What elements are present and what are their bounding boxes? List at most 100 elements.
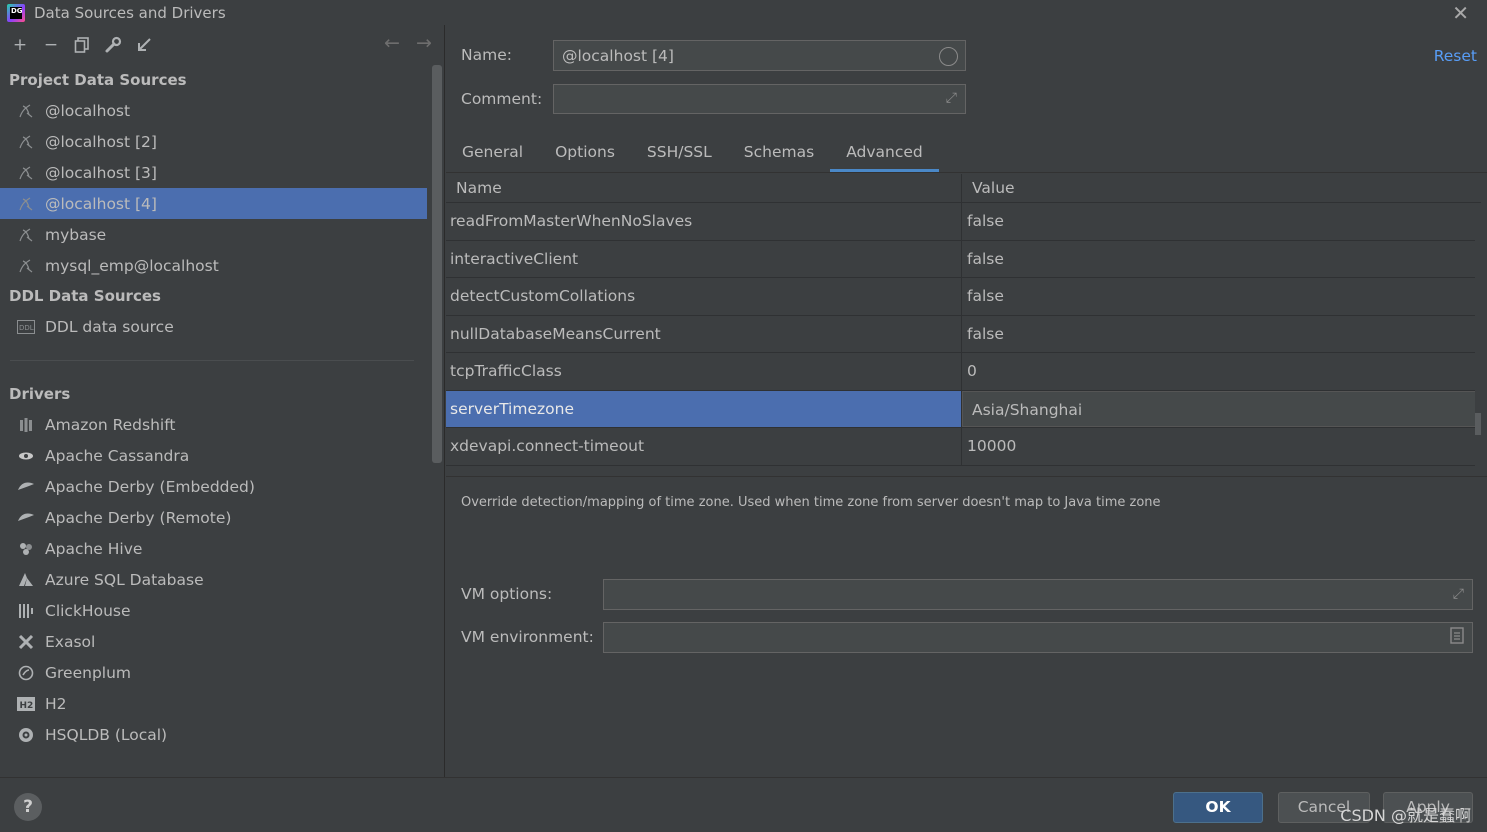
driver-item[interactable]: Apache Hive	[0, 533, 427, 564]
window-title: Data Sources and Drivers	[34, 3, 226, 22]
property-name-cell[interactable]: tcpTrafficClass	[446, 353, 962, 390]
driver-item[interactable]: H2 H2	[0, 688, 427, 719]
project-source-item[interactable]: mysql_emp@localhost	[0, 250, 427, 281]
expand-icon[interactable]: ⤢	[946, 90, 957, 106]
project-source-label: mybase	[45, 225, 107, 244]
cassandra-icon	[16, 446, 36, 466]
azure-icon	[16, 570, 36, 590]
table-row[interactable]: serverTimezone Asia/Shanghai	[446, 390, 1481, 428]
expand-icon[interactable]: ⤢	[1453, 586, 1464, 602]
ddl-data-source-item[interactable]: DDL DDL data source	[0, 311, 427, 342]
driver-item[interactable]: Exasol	[0, 626, 427, 657]
mysql-dolphin-icon	[16, 225, 36, 245]
table-row[interactable]: xdevapi.connect-timeout 10000	[446, 428, 1481, 466]
driver-label: Apache Cassandra	[45, 446, 190, 465]
property-name-cell[interactable]: interactiveClient	[446, 240, 962, 277]
project-source-item[interactable]: @localhost [3]	[0, 157, 427, 188]
project-source-item[interactable]: @localhost [2]	[0, 126, 427, 157]
tab-ssh-ssl[interactable]: SSH/SSL	[631, 134, 728, 172]
property-value-cell[interactable]: false	[962, 316, 1481, 353]
tab-advanced[interactable]: Advanced	[830, 134, 939, 172]
document-icon[interactable]	[1450, 627, 1464, 648]
ddl-icon: DDL	[16, 317, 36, 337]
driver-item[interactable]: Apache Cassandra	[0, 440, 427, 471]
table-bottom-divider	[446, 476, 1487, 477]
property-value-cell[interactable]: 10000	[962, 428, 1481, 465]
back-arrow-icon[interactable]: ←	[384, 32, 400, 54]
table-row[interactable]: tcpTrafficClass 0	[446, 353, 1481, 391]
comment-label: Comment:	[461, 90, 543, 108]
driver-label: Azure SQL Database	[45, 570, 204, 589]
redshift-icon	[16, 415, 36, 435]
left-toolbar: + − ← →	[0, 25, 444, 65]
derby-icon	[16, 477, 36, 497]
copy-icon[interactable]	[69, 32, 95, 58]
project-source-label: @localhost [4]	[45, 194, 157, 213]
mysql-dolphin-icon	[16, 194, 36, 214]
driver-label: Apache Derby (Remote)	[45, 508, 232, 527]
property-value-cell[interactable]: false	[962, 241, 1481, 278]
ddl-data-source-label: DDL data source	[45, 317, 174, 336]
tab-schemas[interactable]: Schemas	[728, 134, 830, 172]
table-header: Name Value	[446, 174, 1481, 203]
property-value-cell[interactable]: 0	[962, 353, 1481, 390]
table-row[interactable]: interactiveClient false	[446, 240, 1481, 278]
reset-link[interactable]: Reset	[1434, 47, 1477, 65]
table-scrollbar[interactable]	[1475, 203, 1481, 476]
project-source-item[interactable]: mybase	[0, 219, 427, 250]
table-row[interactable]: nullDatabaseMeansCurrent false	[446, 315, 1481, 353]
driver-label: Amazon Redshift	[45, 415, 176, 434]
title-bar: DG Data Sources and Drivers ✕	[0, 0, 1487, 25]
vm-environment-input[interactable]	[603, 622, 1473, 653]
vm-options-input[interactable]: ⤢	[603, 579, 1473, 610]
property-value-cell[interactable]: false	[962, 203, 1481, 240]
driver-item[interactable]: HSQLDB (Local)	[0, 719, 427, 750]
table-scrollbar-thumb[interactable]	[1475, 413, 1481, 435]
left-scrollbar[interactable]	[432, 65, 442, 463]
column-header-name[interactable]: Name	[446, 174, 962, 202]
remove-icon[interactable]: −	[38, 32, 64, 58]
comment-input[interactable]: ⤢	[553, 84, 966, 114]
driver-item[interactable]: Greenplum	[0, 657, 427, 688]
properties-table: Name Value readFromMasterWhenNoSlaves fal…	[446, 174, 1481, 476]
close-icon[interactable]: ✕	[1452, 1, 1469, 25]
table-row[interactable]: readFromMasterWhenNoSlaves false	[446, 203, 1481, 241]
column-header-value[interactable]: Value	[962, 174, 1015, 202]
add-icon[interactable]: +	[7, 32, 33, 58]
driver-item[interactable]: Apache Derby (Remote)	[0, 502, 427, 533]
property-value-cell[interactable]: false	[962, 278, 1481, 315]
vm-environment-label: VM environment:	[461, 628, 594, 646]
project-source-label: @localhost	[45, 101, 131, 120]
settings-tabs: General Options SSH/SSL Schemas Advanced	[446, 134, 939, 172]
name-input[interactable]: @localhost [4]	[553, 40, 966, 71]
project-sources-header: Project Data Sources	[9, 71, 187, 89]
wrench-icon[interactable]	[100, 32, 126, 58]
property-name-cell[interactable]: nullDatabaseMeansCurrent	[446, 315, 962, 352]
table-row[interactable]: detectCustomCollations false	[446, 278, 1481, 316]
tab-options[interactable]: Options	[539, 134, 631, 172]
project-sources-list: @localhost @localhost [2] @localhost [3] @l…	[0, 95, 444, 281]
name-label: Name:	[461, 46, 512, 64]
import-icon[interactable]	[131, 32, 157, 58]
ok-button[interactable]: OK	[1173, 792, 1263, 823]
forward-arrow-icon[interactable]: →	[416, 32, 432, 54]
color-circle-icon[interactable]	[939, 47, 958, 66]
driver-item[interactable]: Amazon Redshift	[0, 409, 427, 440]
help-button[interactable]: ?	[14, 793, 42, 821]
driver-item[interactable]: Apache Derby (Embedded)	[0, 471, 427, 502]
property-name-cell[interactable]: xdevapi.connect-timeout	[446, 428, 962, 465]
tab-general[interactable]: General	[446, 134, 539, 172]
clickhouse-icon	[16, 601, 36, 621]
divider	[10, 360, 414, 361]
property-value-cell[interactable]: Asia/Shanghai	[962, 390, 1481, 427]
project-source-item[interactable]: @localhost	[0, 95, 427, 126]
data-source-list-panel: + − ← → Project Data Sources @localhost @…	[0, 25, 445, 777]
property-name-cell[interactable]: detectCustomCollations	[446, 278, 962, 315]
driver-item[interactable]: ClickHouse	[0, 595, 427, 626]
property-name-cell[interactable]: serverTimezone	[446, 390, 962, 427]
property-name-cell[interactable]: readFromMasterWhenNoSlaves	[446, 203, 962, 240]
driver-item[interactable]: Azure SQL Database	[0, 564, 427, 595]
project-source-item[interactable]: @localhost [4]	[0, 188, 427, 219]
mysql-dolphin-icon	[16, 163, 36, 183]
hive-icon	[16, 539, 36, 559]
